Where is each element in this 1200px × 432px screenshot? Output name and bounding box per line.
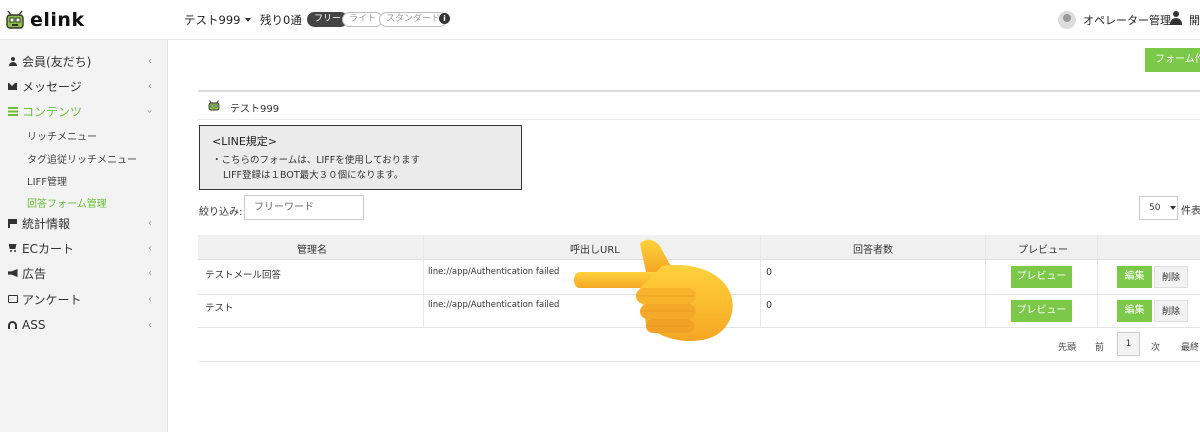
row-url: line://app/Authentication failed xyxy=(428,267,560,277)
chevron-down-icon xyxy=(1170,206,1176,210)
line-rule-notice: <LINE規定> ・こちらのフォームは、LIFFを使用しております LIFF登録… xyxy=(199,125,522,190)
row-url: line://app/Authentication failed xyxy=(428,300,560,310)
envelope-icon xyxy=(7,81,18,92)
delete-button[interactable]: 削除 xyxy=(1154,300,1188,322)
logo-text: elink xyxy=(30,9,85,31)
sidebar-subitem-answer-form[interactable]: 回答フォーム管理 xyxy=(27,195,107,210)
chevron-left-icon: ‹ xyxy=(148,80,152,92)
list-icon xyxy=(7,106,18,117)
sidebar-item-ec-cart[interactable]: ECカート ‹ xyxy=(0,236,168,260)
pagination-prev[interactable]: 前 xyxy=(1095,340,1104,353)
column-header-name: 管理名 xyxy=(297,245,327,256)
sidebar-item-label: 広告 xyxy=(22,266,47,281)
chevron-left-icon: ‹ xyxy=(148,217,152,229)
sidebar-subitem-tag-richmenu[interactable]: タグ追従リッチメニュー xyxy=(27,151,137,166)
survey-icon xyxy=(7,294,18,305)
sidebar-item-ads[interactable]: 広告 ‹ xyxy=(0,261,168,285)
user-name[interactable]: 開 xyxy=(1189,12,1200,28)
pagination-current-page[interactable]: 1 xyxy=(1117,332,1140,356)
bot-selector[interactable]: テスト999 xyxy=(184,12,252,28)
column-divider xyxy=(985,235,986,327)
per-page-select[interactable]: 50 xyxy=(1139,196,1178,220)
sidebar: 会員(友だち) ‹ メッセージ ‹ コンテンツ ‹ リッチメニュー タグ追従リッ… xyxy=(0,40,168,432)
card-header: テスト999 xyxy=(198,92,1200,120)
rule-title: <LINE規定> xyxy=(212,135,277,148)
pointing-hand-icon xyxy=(574,239,733,342)
sidebar-item-label: 統計情報 xyxy=(22,216,71,231)
flag-icon xyxy=(7,218,18,229)
filter-search-input[interactable] xyxy=(244,195,364,220)
sidebar-item-label: コンテンツ xyxy=(22,104,83,119)
edit-button[interactable]: 編集 xyxy=(1117,300,1152,322)
row-count: 0 xyxy=(766,267,773,278)
headset-icon xyxy=(7,320,18,331)
bullhorn-icon xyxy=(7,268,18,279)
pagination-last[interactable]: 最終 xyxy=(1181,340,1199,353)
pagination-first[interactable]: 先頭 xyxy=(1058,340,1076,353)
sidebar-item-members[interactable]: 会員(友だち) ‹ xyxy=(0,49,168,73)
chevron-down-icon: ‹ xyxy=(144,109,156,113)
sidebar-item-label: ECカート xyxy=(22,241,74,256)
chevron-left-icon: ‹ xyxy=(148,267,152,279)
sidebar-subitem-liff[interactable]: LIFF管理 xyxy=(27,173,67,188)
filter-label: 絞り込み: xyxy=(199,207,243,218)
chevron-left-icon: ‹ xyxy=(148,242,152,254)
column-header-count: 回答者数 xyxy=(853,245,893,256)
operator-management-link[interactable]: オペレーター管理 xyxy=(1083,12,1171,28)
sidebar-item-ass[interactable]: ASS ‹ xyxy=(0,313,168,337)
operator-avatar xyxy=(1058,11,1076,29)
sidebar-item-messages[interactable]: メッセージ ‹ xyxy=(0,74,168,98)
row-name: テストメール回答 xyxy=(205,270,282,281)
caret-down-icon xyxy=(245,18,252,22)
sidebar-item-statistics[interactable]: 統計情報 ‹ xyxy=(0,211,168,235)
create-form-button[interactable]: フォーム作成 xyxy=(1145,48,1200,72)
sidebar-item-label: アンケート xyxy=(22,292,82,307)
remaining-messages: 残り0通 xyxy=(260,13,302,27)
plan-badge-standard: スタンダード xyxy=(379,12,448,27)
sidebar-subitem-richmenu[interactable]: リッチメニュー xyxy=(27,128,97,143)
card-title: テスト999 xyxy=(230,104,280,115)
rule-text-line1: ・こちらのフォームは、LIFFを使用しております xyxy=(212,155,421,166)
row-name: テスト xyxy=(205,303,234,314)
column-divider xyxy=(423,235,424,327)
chevron-left-icon: ‹ xyxy=(148,55,152,67)
sidebar-item-contents[interactable]: コンテンツ ‹ xyxy=(0,99,168,123)
column-divider xyxy=(1097,235,1098,327)
sidebar-item-survey[interactable]: アンケート ‹ xyxy=(0,287,168,311)
plan-badge-light: ライト xyxy=(342,12,384,27)
elink-logo[interactable]: elink xyxy=(4,8,85,32)
per-page-value: 50 xyxy=(1149,203,1161,213)
row-count: 0 xyxy=(766,300,773,311)
cart-icon xyxy=(7,243,18,254)
chevron-left-icon: ‹ xyxy=(148,319,152,331)
sidebar-item-label: 会員(友だち) xyxy=(22,54,92,69)
user-icon xyxy=(1170,11,1182,25)
delete-button[interactable]: 削除 xyxy=(1154,266,1188,288)
top-header: elink テスト999 残り0通 フリー ライト スタンダード i オペレータ… xyxy=(0,0,1200,40)
bot-name: テスト999 xyxy=(184,13,241,27)
user-icon xyxy=(7,56,18,67)
mascot-logo-icon xyxy=(6,10,24,29)
column-header-preview: プレビュー xyxy=(1018,245,1068,256)
sidebar-item-label: メッセージ xyxy=(22,79,82,94)
rule-text-line2: LIFF登録は１BOT最大３０個になります。 xyxy=(223,170,404,181)
chevron-left-icon: ‹ xyxy=(148,293,152,305)
sidebar-item-label: ASS xyxy=(22,318,46,332)
edit-button[interactable]: 編集 xyxy=(1117,266,1152,288)
preview-button[interactable]: プレビュー xyxy=(1011,266,1072,288)
preview-button[interactable]: プレビュー xyxy=(1011,300,1072,322)
pagination-next[interactable]: 次 xyxy=(1151,340,1160,353)
mascot-icon xyxy=(208,100,220,111)
per-page-label: 件表示 xyxy=(1181,206,1200,217)
info-icon[interactable]: i xyxy=(439,13,450,24)
column-divider xyxy=(760,235,761,327)
